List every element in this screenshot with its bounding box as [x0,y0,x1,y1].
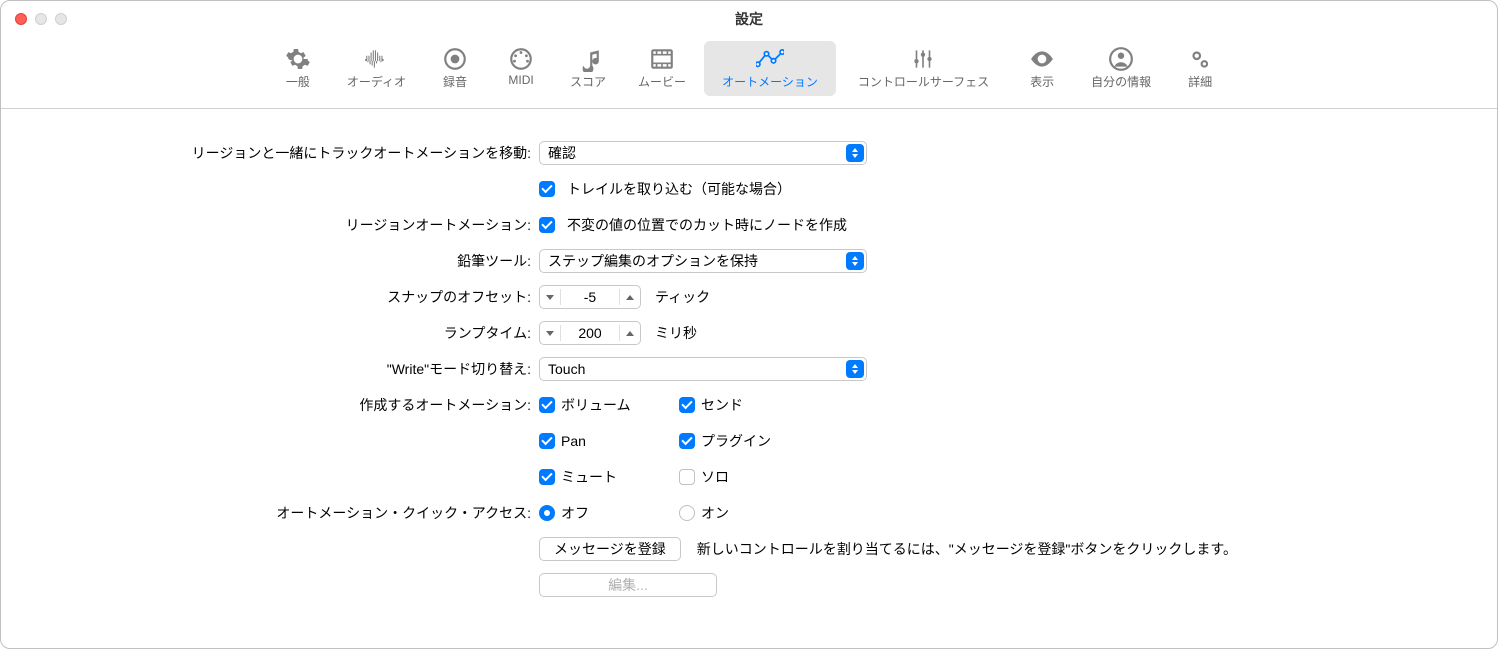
region-automation-checkbox-label: 不変の値の位置でのカット時にノードを作成 [567,215,847,235]
solo-label: ソロ [701,467,729,487]
stepper-value[interactable]: 200 [560,325,620,341]
tab-label: 詳細 [1188,73,1212,90]
pan-label: Pan [561,433,586,449]
tab-label: 一般 [286,73,310,90]
maximize-button[interactable] [55,13,67,25]
select-arrows-icon [846,252,864,270]
traffic-lights [15,13,67,25]
quick-access-off-radio[interactable] [539,505,555,521]
tab-record[interactable]: 録音 [424,41,486,96]
quick-access-label: オートメーション・クイック・アクセス: [41,503,539,523]
midi-icon [507,47,535,71]
window-title: 設定 [13,9,1485,29]
region-automation-label: リージョンオートメーション: [41,215,539,235]
snap-offset-label: スナップのオフセット: [41,287,539,307]
snap-offset-unit: ティック [655,287,710,307]
tab-my-info[interactable]: 自分の情報 [1077,41,1165,96]
plugin-checkbox[interactable] [679,433,695,449]
tab-audio[interactable]: オーディオ [333,41,420,96]
ramp-time-stepper[interactable]: 200 [539,321,641,345]
snap-offset-stepper[interactable]: -5 [539,285,641,309]
tab-label: オートメーション [722,73,818,90]
pencil-tool-label: 鉛筆ツール: [41,251,539,271]
eye-icon [1028,47,1056,71]
tab-midi[interactable]: MIDI [490,41,552,96]
register-message-button[interactable]: メッセージを登録 [539,537,681,561]
region-automation-checkbox[interactable] [539,217,555,233]
user-icon [1107,47,1135,71]
send-label: センド [701,395,743,415]
plugin-label: プラグイン [701,431,771,451]
stepper-up-button[interactable] [620,286,640,308]
write-mode-label: "Write"モード切り替え: [41,359,539,379]
select-value: Touch [548,361,585,377]
close-button[interactable] [15,13,27,25]
quick-access-on-radio[interactable] [679,505,695,521]
solo-checkbox[interactable] [679,469,695,485]
gear-icon [284,47,312,71]
toolbar: 一般 オーディオ 録音 MIDI スコア ムービー オートメーション コントロ [1,37,1497,109]
tab-display[interactable]: 表示 [1011,41,1073,96]
send-checkbox[interactable] [679,397,695,413]
tab-label: ムービー [638,73,686,90]
film-icon [648,47,676,71]
stepper-down-button[interactable] [540,322,560,344]
move-automation-select[interactable]: 確認 [539,141,867,165]
select-value: ステップ編集のオプションを保持 [548,251,758,271]
tab-automation[interactable]: オートメーション [704,41,836,96]
pan-checkbox[interactable] [539,433,555,449]
tab-control-surfaces[interactable]: コントロールサーフェス [840,41,1007,96]
tab-label: MIDI [508,73,533,87]
sliders-icon [909,47,937,71]
select-arrows-icon [846,360,864,378]
tab-movie[interactable]: ムービー [624,41,700,96]
preferences-window: 設定 一般 オーディオ 録音 MIDI スコア ムービー オートメーション [0,0,1498,649]
ramp-time-unit: ミリ秒 [655,323,697,343]
select-arrows-icon [846,144,864,162]
volume-label: ボリューム [561,395,631,415]
tab-label: スコア [570,73,606,90]
move-automation-label: リージョンと一緒にトラックオートメーションを移動: [41,143,539,163]
waveform-icon [362,47,390,71]
tab-label: 自分の情報 [1091,73,1151,90]
titlebar: 設定 [1,1,1497,37]
stepper-down-button[interactable] [540,286,560,308]
record-icon [441,47,469,71]
stepper-value[interactable]: -5 [560,289,620,305]
tab-label: 表示 [1030,73,1054,90]
ramp-time-label: ランプタイム: [41,323,539,343]
include-trails-label: トレイルを取り込む（可能な場合） [567,179,791,199]
minimize-button[interactable] [35,13,47,25]
tab-advanced[interactable]: 詳細 [1169,41,1231,96]
include-trails-checkbox[interactable] [539,181,555,197]
pencil-tool-select[interactable]: ステップ編集のオプションを保持 [539,249,867,273]
gears-icon [1186,47,1214,71]
tab-label: 録音 [443,73,467,90]
stepper-up-button[interactable] [620,322,640,344]
mute-checkbox[interactable] [539,469,555,485]
register-hint: 新しいコントロールを割り当てるには、"メッセージを登録"ボタンをクリックします。 [697,539,1237,559]
quick-access-on-label: オン [701,503,729,523]
edit-button: 編集... [539,573,717,597]
content-area: リージョンと一緒にトラックオートメーションを移動: 確認 トレイルを取り込む（可… [1,109,1497,637]
automation-icon [756,47,784,71]
music-note-icon [574,47,602,71]
mute-label: ミュート [561,467,617,487]
volume-checkbox[interactable] [539,397,555,413]
quick-access-off-label: オフ [561,503,589,523]
create-automation-label: 作成するオートメーション: [41,395,539,415]
tab-label: コントロールサーフェス [858,73,989,90]
tab-general[interactable]: 一般 [267,41,329,96]
select-value: 確認 [548,143,576,163]
tab-label: オーディオ [347,73,406,90]
write-mode-select[interactable]: Touch [539,357,867,381]
tab-score[interactable]: スコア [556,41,620,96]
